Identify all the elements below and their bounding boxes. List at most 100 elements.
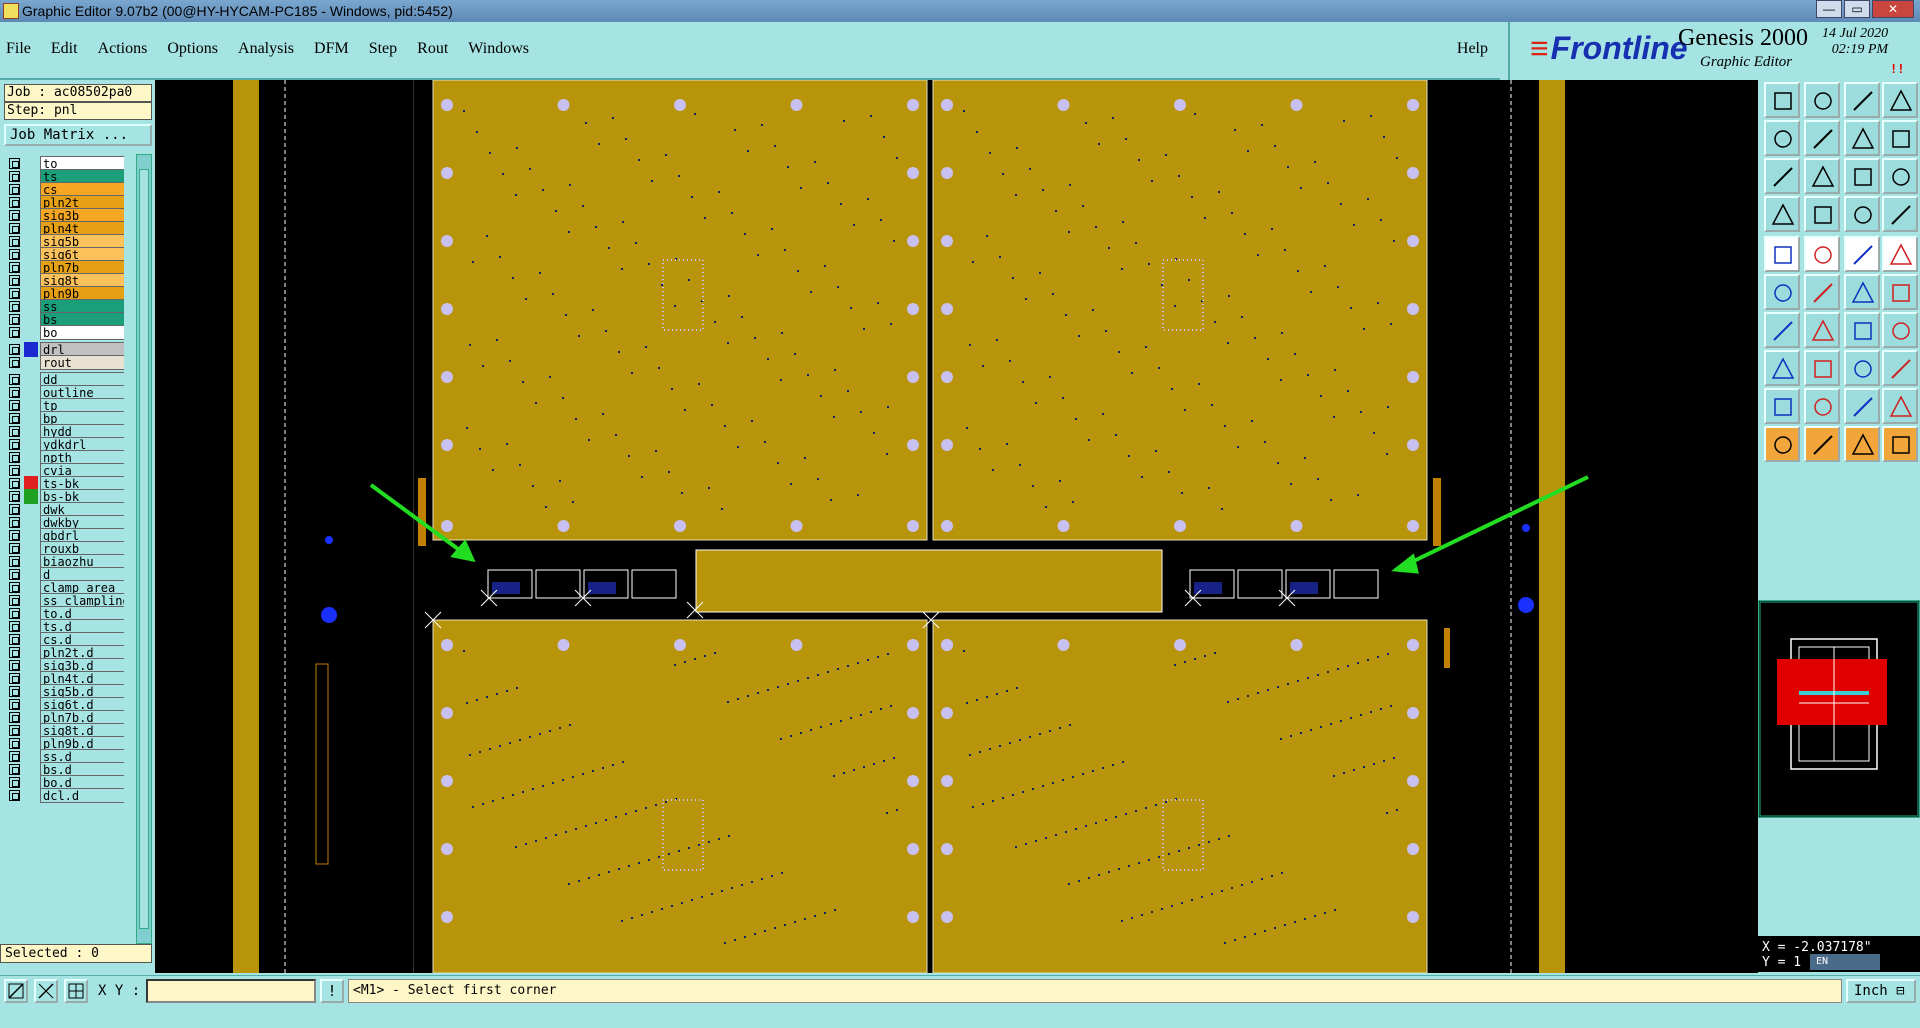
- zoom-home-icon[interactable]: [1764, 82, 1800, 118]
- menu-actions[interactable]: Actions: [98, 40, 148, 58]
- unit-selector[interactable]: Inch ⊟: [1846, 979, 1916, 1003]
- array-icon[interactable]: [1882, 350, 1918, 386]
- pointer3-icon[interactable]: [1844, 426, 1880, 462]
- layer-checkbox[interactable]: [9, 647, 20, 658]
- layer-checkbox[interactable]: [9, 712, 20, 723]
- menu-step[interactable]: Step: [369, 40, 397, 58]
- maximize-button[interactable]: ▭: [1844, 0, 1870, 18]
- layer-checkbox[interactable]: [9, 301, 20, 312]
- job-matrix-button[interactable]: Job Matrix ...: [4, 124, 152, 146]
- layer-checkbox[interactable]: [9, 738, 20, 749]
- rotate-icon[interactable]: [1882, 274, 1918, 310]
- layer-checkbox[interactable]: [9, 790, 20, 801]
- measure-icon[interactable]: [1764, 196, 1800, 232]
- layer-checkbox[interactable]: [9, 465, 20, 476]
- menu-dfm[interactable]: DFM: [314, 40, 349, 58]
- layer-checkbox[interactable]: [9, 543, 20, 554]
- layer-checkbox[interactable]: [9, 569, 20, 580]
- select-icon[interactable]: [1882, 426, 1918, 462]
- layer-checkbox[interactable]: [9, 262, 20, 273]
- arc-icon[interactable]: [1844, 312, 1880, 348]
- line-mode-icon[interactable]: [34, 979, 58, 1003]
- flip-icon[interactable]: [1804, 350, 1840, 386]
- layer-name[interactable]: dcl.d: [40, 788, 124, 803]
- scale-icon[interactable]: [1844, 350, 1880, 386]
- menu-analysis[interactable]: Analysis: [238, 40, 294, 58]
- snap-icon[interactable]: [1844, 196, 1880, 232]
- move-icon[interactable]: [1844, 274, 1880, 310]
- tri2-icon[interactable]: [1804, 388, 1840, 424]
- pointer2-icon[interactable]: [1804, 426, 1840, 462]
- pan-icon[interactable]: [1844, 120, 1880, 156]
- layer-checkbox[interactable]: [9, 223, 20, 234]
- layer-checkbox[interactable]: [9, 236, 20, 247]
- layer-checkbox[interactable]: [9, 621, 20, 632]
- layer-row-dcl.d[interactable]: dcl.d: [4, 788, 124, 803]
- layer-checkbox[interactable]: [9, 184, 20, 195]
- layer-checkbox[interactable]: [9, 517, 20, 528]
- language-tray[interactable]: EN: [1810, 954, 1880, 970]
- draw-mode-icon[interactable]: [4, 979, 28, 1003]
- layer-checkbox[interactable]: [9, 673, 20, 684]
- layer-checkbox[interactable]: [9, 344, 20, 355]
- layer-checkbox[interactable]: [9, 197, 20, 208]
- layer-checkbox[interactable]: [9, 288, 20, 299]
- pad-icon[interactable]: [1764, 236, 1800, 272]
- mirror-icon[interactable]: [1882, 312, 1918, 348]
- layer-checkbox[interactable]: [9, 314, 20, 325]
- layer-name[interactable]: rout: [40, 355, 124, 370]
- layer-checkbox[interactable]: [9, 686, 20, 697]
- fit-icon[interactable]: [1764, 158, 1800, 194]
- layer-checkbox[interactable]: [9, 478, 20, 489]
- close-button[interactable]: ✕: [1872, 0, 1914, 18]
- home-icon[interactable]: [1844, 82, 1880, 118]
- layer-row-bo[interactable]: bo: [4, 325, 124, 340]
- execute-button[interactable]: !: [320, 979, 344, 1003]
- scroll-thumb[interactable]: [139, 169, 149, 929]
- zoom-left-icon[interactable]: [1764, 120, 1800, 156]
- step-icon[interactable]: [1882, 120, 1918, 156]
- node-icon[interactable]: [1764, 274, 1800, 310]
- tri4-icon[interactable]: [1882, 388, 1918, 424]
- center-icon[interactable]: [1804, 158, 1840, 194]
- layer-checkbox[interactable]: [9, 171, 20, 182]
- zoom-right-icon[interactable]: [1804, 120, 1840, 156]
- menu-help[interactable]: Help: [1457, 40, 1488, 58]
- panel-icon[interactable]: [1882, 82, 1918, 118]
- menu-windows[interactable]: Windows: [468, 40, 529, 58]
- layer-checkbox[interactable]: [9, 699, 20, 710]
- layer-checkbox[interactable]: [9, 210, 20, 221]
- layer-checkbox[interactable]: [9, 158, 20, 169]
- layer-checkbox[interactable]: [9, 275, 20, 286]
- tri3-icon[interactable]: [1844, 388, 1880, 424]
- snap-color-icon[interactable]: [1882, 196, 1918, 232]
- layer-checkbox[interactable]: [9, 634, 20, 645]
- layer-checkbox[interactable]: [9, 491, 20, 502]
- pointer-icon[interactable]: [1764, 426, 1800, 462]
- layer-checkbox[interactable]: [9, 387, 20, 398]
- query-icon[interactable]: [1882, 158, 1918, 194]
- slope-icon[interactable]: [1804, 312, 1840, 348]
- copy-icon[interactable]: [1764, 350, 1800, 386]
- layer-row-rout[interactable]: rout: [4, 355, 124, 370]
- layer-checkbox[interactable]: [9, 452, 20, 463]
- ratio-icon[interactable]: [1844, 158, 1880, 194]
- layer-checkbox[interactable]: [9, 374, 20, 385]
- ruler-icon[interactable]: [1844, 236, 1880, 272]
- layer-checkbox[interactable]: [9, 725, 20, 736]
- layer-checkbox[interactable]: [9, 504, 20, 515]
- line-icon[interactable]: [1804, 236, 1840, 272]
- xy-input[interactable]: [146, 979, 316, 1003]
- layer-checkbox[interactable]: [9, 249, 20, 260]
- layer-checkbox[interactable]: [9, 764, 20, 775]
- panel-drawing[interactable]: [155, 80, 1758, 973]
- menu-file[interactable]: File: [6, 40, 31, 58]
- minimize-button[interactable]: —: [1816, 0, 1842, 18]
- layer-checkbox[interactable]: [9, 357, 20, 368]
- menu-rout[interactable]: Rout: [417, 40, 448, 58]
- grid-mode-icon[interactable]: [64, 979, 88, 1003]
- layer-checkbox[interactable]: [9, 751, 20, 762]
- cross-icon[interactable]: [1804, 274, 1840, 310]
- graphics-canvas[interactable]: [155, 80, 1758, 973]
- layer-checkbox[interactable]: [9, 556, 20, 567]
